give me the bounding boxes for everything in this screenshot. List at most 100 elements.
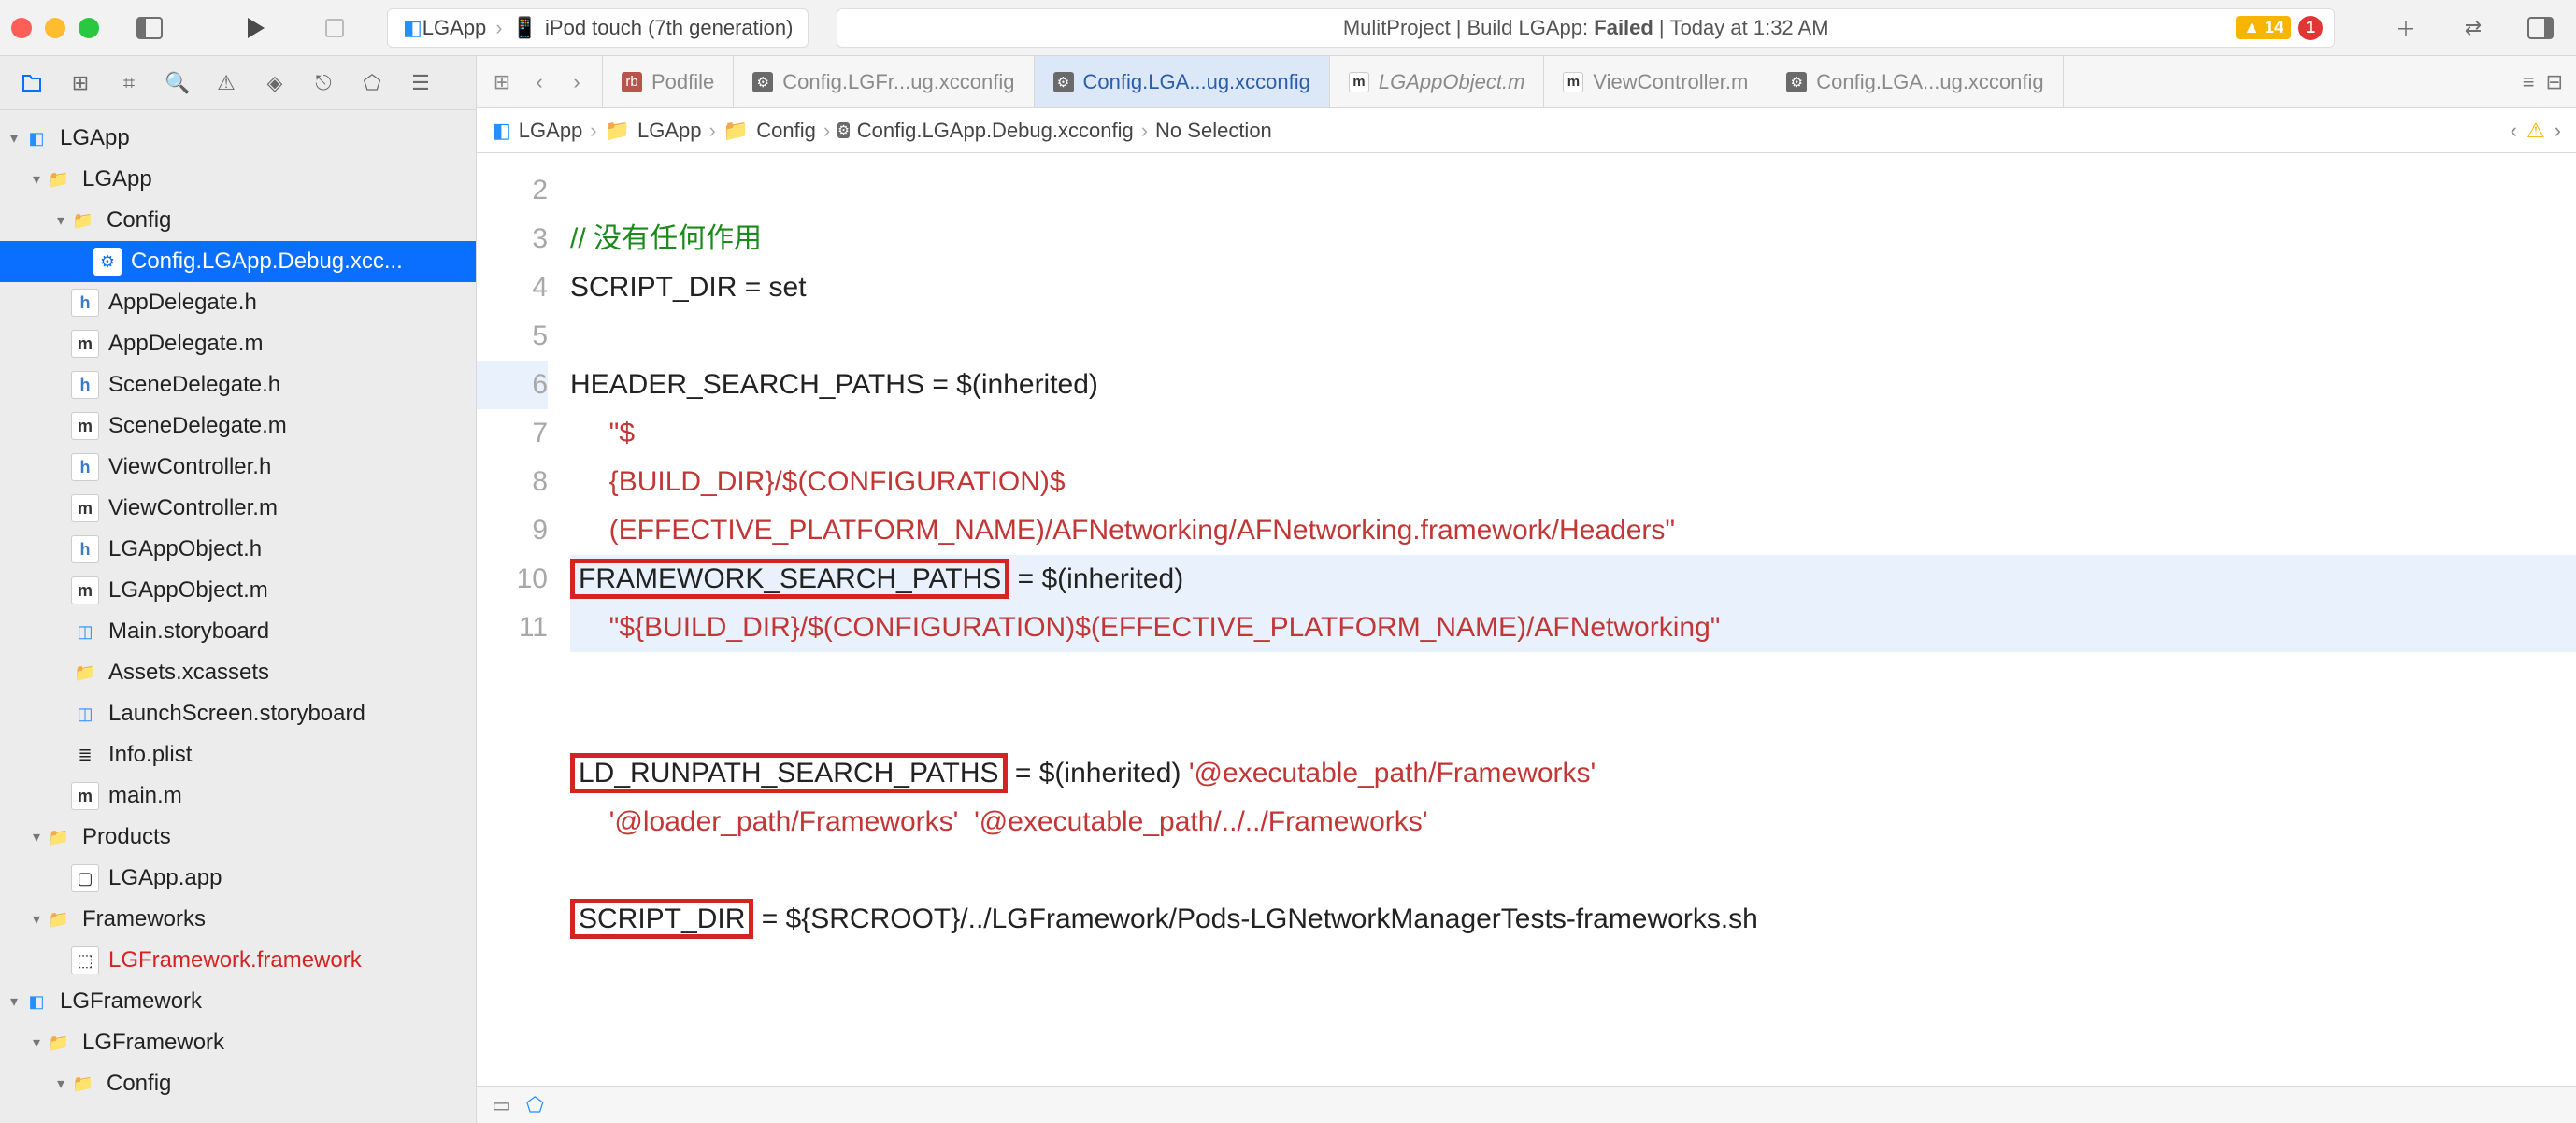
assets-icon: 📁 [71, 659, 99, 687]
tab-config-app[interactable]: ⚙Config.LGA...ug.xcconfig [1035, 56, 1330, 107]
recent-files-icon[interactable]: ⊞ [488, 70, 516, 94]
debug-navigator-icon[interactable]: ⎋ [303, 63, 344, 104]
minimize-window[interactable] [45, 18, 65, 38]
forward-icon[interactable]: › [563, 70, 591, 94]
tree-folder-config2[interactable]: ▾📁 Config [0, 1063, 476, 1104]
jump-bar[interactable]: ◧LGApp › 📁LGApp › 📁Config › ⚙Config.LGAp… [477, 108, 2576, 153]
tree-file[interactable]: hSceneDelegate.h [0, 364, 476, 405]
folder-icon: 📁 [45, 1029, 73, 1057]
tree-file-framework[interactable]: ⬚LGFramework.framework [0, 940, 476, 981]
tree-file[interactable]: hAppDelegate.h [0, 282, 476, 323]
next-issue-icon[interactable]: › [2555, 119, 2561, 143]
tree-file[interactable]: ◫LaunchScreen.storyboard [0, 693, 476, 734]
report-navigator-icon[interactable]: ☰ [400, 63, 441, 104]
tab-bar: ⊞ ‹ › rbPodfile ⚙Config.LGFr...ug.xcconf… [477, 56, 2576, 108]
impl-icon: m [71, 330, 99, 358]
project-icon: ◧ [22, 124, 50, 152]
tree-folder-frameworks[interactable]: ▾📁 Frameworks [0, 899, 476, 940]
tree-folder-config[interactable]: ▾📁 Config [0, 200, 476, 241]
code-review-icon[interactable]: ⇄ [2456, 11, 2490, 45]
source-control-icon[interactable]: ⊞ [60, 63, 101, 104]
test-navigator-icon[interactable]: ◈ [254, 63, 295, 104]
tab-lgappobject[interactable]: mLGAppObject.m [1330, 56, 1545, 107]
adjust-editor-icon[interactable]: ⊟ [2546, 70, 2563, 94]
window-controls [11, 18, 99, 38]
tree-file[interactable]: mViewController.m [0, 488, 476, 529]
tree-file[interactable]: ≣Info.plist [0, 734, 476, 775]
issue-navigator-icon[interactable]: ⚠ [206, 63, 247, 104]
warning-icon[interactable]: ⚠ [2526, 119, 2545, 143]
tab-nav-controls: ⊞ ‹ › [477, 56, 603, 107]
code-line: {BUILD_DIR}/$(CONFIGURATION)$ [570, 466, 1066, 497]
header-icon: h [71, 371, 99, 399]
code-content[interactable]: // 没有任何作用 SCRIPT_DIR = set HEADER_SEARCH… [570, 153, 2576, 1086]
impl-icon: m [71, 576, 99, 604]
code-editor[interactable]: 2 3 4 5 6 7 8 9 10 11 // 没有任何作用 SCRIPT_D… [477, 153, 2576, 1086]
scheme-device: iPod touch (7th generation) [545, 16, 793, 40]
header-icon: h [71, 289, 99, 317]
impl-icon: m [1349, 72, 1369, 92]
impl-icon: m [71, 494, 99, 522]
tree-file-app[interactable]: ▢LGApp.app [0, 858, 476, 899]
tree-file[interactable]: mmain.m [0, 775, 476, 817]
line-gutter: 2 3 4 5 6 7 8 9 10 11 [477, 153, 570, 1086]
chevron-right-icon: › [495, 16, 502, 40]
tree-file[interactable]: 📁Assets.xcassets [0, 652, 476, 693]
tree-project-lgframework[interactable]: ▾◧ LGFramework [0, 981, 476, 1022]
warning-icon: ▲ [2243, 18, 2260, 37]
prev-issue-icon[interactable]: ‹ [2511, 119, 2517, 143]
breakpoint-icon[interactable]: ⬠ [526, 1093, 544, 1117]
tab-podfile[interactable]: rbPodfile [603, 56, 734, 107]
error-badge[interactable]: 1 [2298, 16, 2323, 40]
stop-icon[interactable] [318, 11, 351, 45]
tab-config-fr[interactable]: ⚙Config.LGFr...ug.xcconfig [734, 56, 1034, 107]
tree-folder-lgframework[interactable]: ▾📁 LGFramework [0, 1022, 476, 1063]
header-icon: h [71, 453, 99, 481]
xcconfig-icon: ⚙ [837, 122, 850, 138]
folder-icon: 📁 [45, 905, 73, 933]
status-time: Today at 1:32 AM [1670, 16, 1829, 40]
navigator-sidebar: ⊞ ⌗ 🔍 ⚠ ◈ ⎋ ⬠ ☰ ▾◧ LGApp ▾📁 LGApp ▾📁 Con… [0, 56, 477, 1123]
tree-file-config-debug[interactable]: ⚙ Config.LGApp.Debug.xcc... [0, 241, 476, 282]
close-window[interactable] [11, 18, 32, 38]
highlight-box: LD_RUNPATH_SEARCH_PATHS [570, 753, 1008, 793]
code-line: // 没有任何作用 [570, 223, 762, 254]
find-navigator-icon[interactable]: 🔍 [157, 63, 198, 104]
tree-file[interactable]: mLGAppObject.m [0, 570, 476, 611]
folder-icon: 📁 [723, 119, 749, 143]
code-line: HEADER_SEARCH_PATHS = $(inherited) [570, 369, 1098, 400]
plus-icon[interactable]: ＋ [2389, 11, 2423, 45]
symbol-navigator-icon[interactable]: ⌗ [108, 63, 150, 104]
project-navigator-icon[interactable] [11, 63, 52, 104]
run-icon[interactable] [239, 11, 273, 45]
storyboard-icon: ◫ [71, 618, 99, 646]
scheme-selector[interactable]: ◧ LGApp › 📱 iPod touch (7th generation) [387, 8, 809, 48]
tree-folder-products[interactable]: ▾📁 Products [0, 817, 476, 858]
breakpoint-navigator-icon[interactable]: ⬠ [351, 63, 393, 104]
activity-status[interactable]: MulitProject | Build LGApp: Failed | Tod… [837, 8, 2335, 48]
tree-file[interactable]: hLGAppObject.h [0, 529, 476, 570]
tab-viewcontroller[interactable]: mViewController.m [1544, 56, 1767, 107]
tab-config-app2[interactable]: ⚙Config.LGA...ug.xcconfig [1767, 56, 2063, 107]
editor-options-icon[interactable]: ≡ [2523, 70, 2535, 94]
tree-project-lgapp[interactable]: ▾◧ LGApp [0, 118, 476, 159]
scheme-app: LGApp [422, 16, 487, 40]
sidebar-toggle-icon[interactable] [133, 11, 166, 45]
back-icon[interactable]: ‹ [525, 70, 553, 94]
code-line: (EFFECTIVE_PLATFORM_NAME)/AFNetworking/A… [570, 515, 1675, 546]
warning-badge[interactable]: ▲ 14 [2236, 16, 2291, 39]
zoom-window[interactable] [79, 18, 99, 38]
tree-file[interactable]: mSceneDelegate.m [0, 405, 476, 447]
tree-folder-lgapp[interactable]: ▾📁 LGApp [0, 159, 476, 200]
tree-file[interactable]: ◫Main.storyboard [0, 611, 476, 652]
ruby-icon: rb [622, 72, 642, 92]
code-line: LD_RUNPATH_SEARCH_PATHS = $(inherited) '… [570, 753, 1596, 793]
editor-area: ⊞ ‹ › rbPodfile ⚙Config.LGFr...ug.xcconf… [477, 56, 2576, 1123]
library-icon[interactable] [2524, 11, 2557, 45]
toggle-debug-icon[interactable]: ▭ [492, 1093, 511, 1117]
tree-file[interactable]: hViewController.h [0, 447, 476, 488]
code-line-highlighted: FRAMEWORK_SEARCH_PATHS = $(inherited) [570, 555, 2576, 604]
tree-file[interactable]: mAppDelegate.m [0, 323, 476, 364]
folder-icon: 📁 [605, 119, 630, 143]
code-line: '@loader_path/Frameworks' '@executable_p… [570, 806, 1428, 837]
